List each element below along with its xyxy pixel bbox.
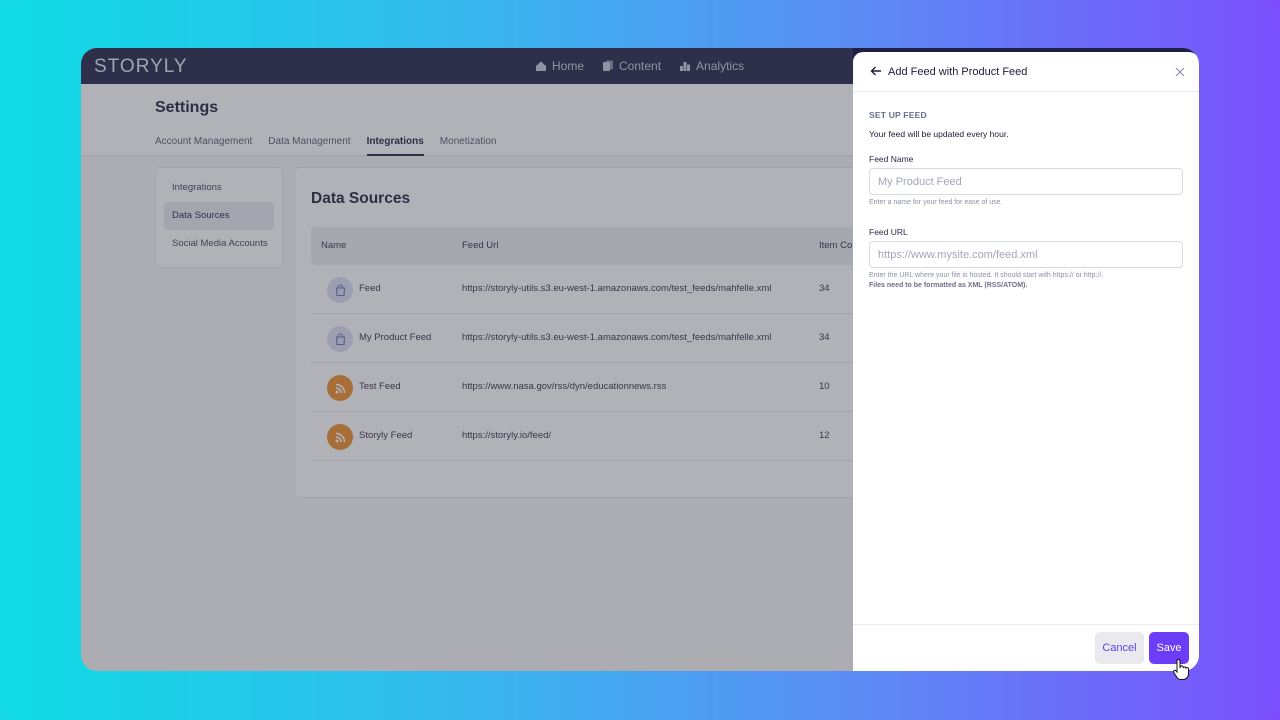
section-subtitle: Your feed will be updated every hour.: [869, 129, 1009, 139]
app-window: STORYLY Home Content Analytics Settings: [81, 48, 1199, 671]
modal-backdrop[interactable]: [81, 48, 853, 671]
feed-url-help: Enter the URL where your file is hosted.…: [869, 272, 1104, 279]
section-title: SET UP FEED: [869, 110, 927, 120]
drawer-footer: Cancel Save: [853, 624, 1199, 671]
hand-pointer-icon: [1173, 659, 1189, 680]
feed-name-help: Enter a name for your feed for ease of u…: [869, 199, 1003, 206]
drawer-title: Add Feed with Product Feed: [888, 66, 1028, 78]
add-feed-drawer: Add Feed with Product Feed SET UP FEED Y…: [853, 52, 1199, 671]
arrow-left-icon[interactable]: [869, 64, 883, 78]
feed-url-input[interactable]: [869, 241, 1183, 268]
feed-url-format-note: Files need to be formatted as XML (RSS/A…: [869, 282, 1028, 289]
background-frame: STORYLY Home Content Analytics Settings: [0, 0, 1280, 720]
feed-name-input[interactable]: [869, 168, 1183, 195]
drawer-header: Add Feed with Product Feed: [853, 52, 1199, 92]
close-icon[interactable]: [1174, 66, 1186, 78]
cancel-button[interactable]: Cancel: [1095, 632, 1144, 664]
feed-url-label: Feed URL: [869, 227, 908, 237]
feed-name-label: Feed Name: [869, 154, 914, 164]
